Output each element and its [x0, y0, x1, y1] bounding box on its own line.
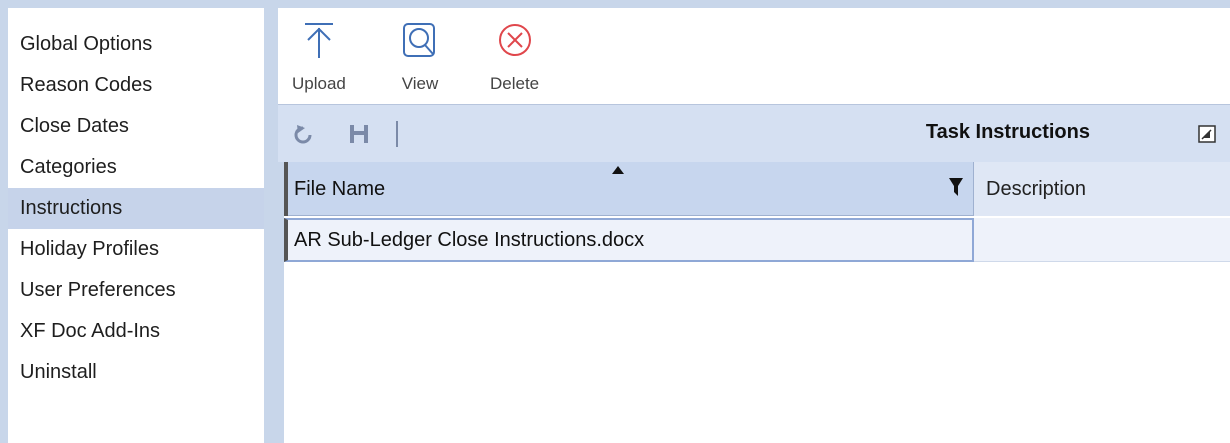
sidebar-item-user-preferences[interactable]: User Preferences [8, 270, 264, 311]
upload-button[interactable]: Upload [292, 20, 346, 94]
view-label: View [401, 74, 439, 93]
cell-file-name[interactable]: AR Sub-Ledger Close Instructions.docx [284, 218, 974, 262]
column-label-description: Description [986, 178, 1087, 200]
save-icon[interactable] [348, 123, 370, 145]
delete-label: Delete [490, 74, 540, 93]
column-header-file-name[interactable]: File Name [284, 162, 974, 216]
sidebar-item-reason-codes[interactable]: Reason Codes [8, 65, 264, 106]
panel-title: Task Instructions [925, 121, 1090, 143]
sidebar: Global Options Reason Codes Close Dates … [0, 0, 270, 443]
app-window: Global Options Reason Codes Close Dates … [0, 0, 1230, 443]
refresh-icon[interactable] [292, 123, 316, 147]
sidebar-item-xf-doc-add-ins[interactable]: XF Doc Add-Ins [8, 311, 264, 352]
sidebar-item-global-options[interactable]: Global Options [8, 24, 264, 65]
upload-icon [304, 23, 333, 58]
table-row[interactable]: AR Sub-Ledger Close Instructions.docx [284, 218, 1230, 264]
sort-ascending-icon [612, 166, 624, 174]
sidebar-item-holiday-profiles[interactable]: Holiday Profiles [8, 229, 264, 270]
delete-icon [498, 24, 531, 56]
view-icon [403, 23, 435, 57]
view-button[interactable]: View [400, 20, 440, 94]
main-content: Upload View Delete Task Instructions Fil… [278, 0, 1230, 443]
sidebar-item-uninstall[interactable]: Uninstall [8, 352, 264, 393]
toolbar: Upload View Delete [278, 0, 1230, 104]
sidebar-item-close-dates[interactable]: Close Dates [8, 106, 264, 147]
sidebar-item-categories[interactable]: Categories [8, 147, 264, 188]
sidebar-item-instructions[interactable]: Instructions [8, 188, 264, 229]
delete-button[interactable]: Delete [490, 20, 539, 94]
column-label-file-name: File Name [294, 178, 386, 200]
column-header-description[interactable]: Description [974, 162, 1230, 216]
instructions-grid: File Name Description AR Sub-Ledger Clos… [278, 162, 1230, 443]
splitter[interactable] [270, 0, 278, 443]
cell-description[interactable] [974, 218, 1230, 262]
upload-label: Upload [292, 74, 346, 93]
expand-icon[interactable] [1198, 125, 1216, 143]
toolbar-separator [396, 121, 398, 147]
grid-header: File Name Description [284, 162, 1230, 216]
panel-header: Task Instructions [278, 104, 1230, 162]
sidebar-nav: Global Options Reason Codes Close Dates … [8, 8, 264, 393]
filter-icon[interactable] [949, 178, 963, 196]
